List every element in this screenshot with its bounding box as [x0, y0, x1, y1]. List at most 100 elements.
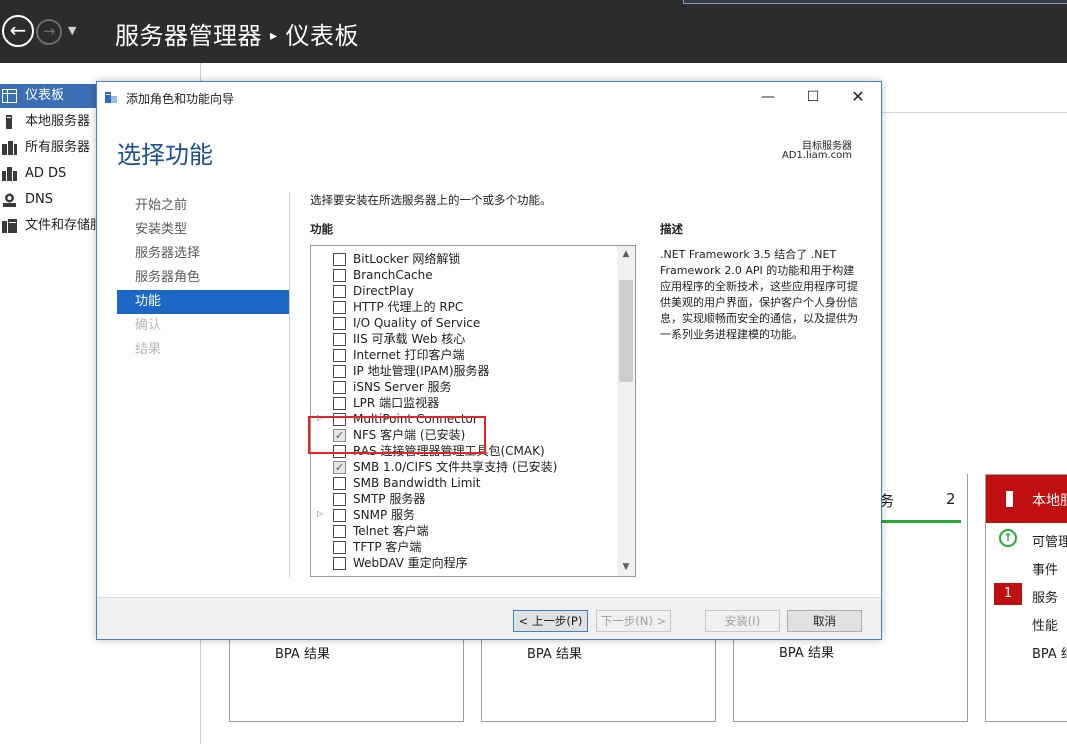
cancel-button[interactable]: 取消 [787, 610, 862, 632]
feature-row[interactable]: TFTP 客户端 [311, 539, 617, 555]
wizard-steps: 开始之前 安装类型 服务器选择 服务器角色 功能 确认 结果 [117, 194, 289, 362]
tile-row-services[interactable]: 服务 [1032, 587, 1058, 606]
feature-row[interactable]: HTTP 代理上的 RPC [311, 299, 617, 315]
feature-row[interactable]: Internet 打印客户端 [311, 347, 617, 363]
feature-label: HTTP 代理上的 RPC [353, 300, 464, 314]
feature-checkbox[interactable] [333, 397, 346, 410]
back-arrow-icon: ← [9, 18, 27, 42]
feature-row[interactable]: iSNS Server 服务 [311, 379, 617, 395]
feature-row[interactable]: LPR 端口监视器 [311, 395, 617, 411]
feature-label: DirectPlay [353, 284, 414, 298]
feature-row[interactable]: WebDAV 重定向程序 [311, 555, 617, 571]
feature-checkbox[interactable] [333, 381, 346, 394]
scrollbar-thumb[interactable] [619, 280, 633, 382]
step-server-roles[interactable]: 服务器角色 [117, 266, 289, 290]
feature-checkbox[interactable]: ✓ [333, 461, 346, 474]
forward-button[interactable]: → [36, 19, 62, 45]
feature-row[interactable]: IIS 可承载 Web 核心 [311, 331, 617, 347]
feature-checkbox[interactable] [333, 365, 346, 378]
tile-bpa-label[interactable]: BPA 结果 [779, 642, 834, 661]
tile-row-bpa[interactable]: BPA 结果 [1032, 643, 1067, 662]
feature-label: Telnet 客户端 [353, 524, 429, 538]
feature-row[interactable]: SMTP 服务器 [311, 491, 617, 507]
feature-checkbox[interactable] [333, 269, 346, 282]
tile-row-events[interactable]: 事件 [1032, 559, 1058, 578]
server-manager-app-icon [105, 92, 117, 103]
feature-label: Internet 打印客户端 [353, 348, 465, 362]
feature-row[interactable]: BranchCache [311, 267, 617, 283]
tile-bpa-label[interactable]: BPA 结果 [275, 643, 330, 662]
tile-title: 本地服务器 [1032, 493, 1067, 509]
scroll-up-icon[interactable]: ▲ [617, 246, 635, 263]
feature-row[interactable]: SMB Bandwidth Limit [311, 475, 617, 491]
step-installation-type[interactable]: 安装类型 [117, 218, 289, 242]
tile-bpa-label[interactable]: BPA 结果 [527, 643, 582, 662]
wizard-divider [289, 192, 290, 577]
tile-header[interactable]: 本地服务器 [986, 475, 1067, 523]
feature-label: TFTP 客户端 [353, 540, 422, 554]
expand-arrow-icon[interactable]: ▷ [317, 509, 323, 518]
feature-checkbox[interactable] [333, 541, 346, 554]
back-button[interactable]: ← [2, 15, 34, 47]
feature-checkbox[interactable] [333, 333, 346, 346]
breadcrumb-page: 仪表板 [285, 22, 360, 50]
local-server-tile[interactable]: 本地服务器 ↑ 可管理性 事件 1 服务 性能 BPA 结果 [985, 474, 1067, 722]
ad-ds-icon [2, 167, 17, 181]
feature-checkbox[interactable] [333, 557, 346, 570]
feature-row[interactable]: BitLocker 网络解锁 [311, 251, 617, 267]
feature-row[interactable]: IP 地址管理(IPAM)服务器 [311, 363, 617, 379]
feature-checkbox[interactable] [333, 317, 346, 330]
red-highlight-box [308, 416, 486, 454]
feature-label: WebDAV 重定向程序 [353, 556, 468, 570]
maximize-icon[interactable]: ☐ [799, 86, 827, 108]
feature-row[interactable]: Telnet 客户端 [311, 523, 617, 539]
feature-label: iSNS Server 服务 [353, 380, 452, 394]
feature-label: BitLocker 网络解锁 [353, 252, 461, 266]
feature-row[interactable]: ▷ SNMP 服务 [311, 507, 617, 523]
step-before-you-begin[interactable]: 开始之前 [117, 194, 289, 218]
minimize-icon[interactable]: — [754, 86, 782, 108]
feature-checkbox[interactable] [333, 301, 346, 314]
step-features[interactable]: 功能 [117, 290, 289, 314]
file-storage-icon [2, 219, 17, 233]
feature-label: I/O Quality of Service [353, 316, 481, 330]
page-title: 服务器管理器 ▸ 仪表板 [115, 16, 359, 51]
tile-count: 2 [946, 490, 956, 508]
dashboard-icon [2, 89, 17, 103]
step-server-selection[interactable]: 服务器选择 [117, 242, 289, 266]
features-scrollbar[interactable]: ▲ ▼ [617, 246, 635, 576]
feature-row[interactable]: I/O Quality of Service [311, 315, 617, 331]
step-confirmation: 确认 [135, 318, 162, 333]
close-icon[interactable]: ✕ [844, 86, 872, 108]
install-button[interactable]: 安装(I) [705, 610, 780, 632]
previous-button[interactable]: < 上一步(P) [513, 610, 588, 632]
alert-count-badge: 1 [994, 583, 1022, 605]
feature-row[interactable]: ✓ SMB 1.0/CIFS 文件共享支持 (已安装) [311, 459, 617, 475]
history-dropdown-icon[interactable]: ▼ [68, 24, 76, 37]
feature-checkbox[interactable] [333, 285, 346, 298]
wizard-titlebar[interactable]: 添加角色和功能向导 — ☐ ✕ [97, 82, 881, 112]
feature-checkbox[interactable] [333, 477, 346, 490]
feature-checkbox[interactable] [333, 525, 346, 538]
feature-label: SNMP 服务 [353, 508, 415, 522]
sidebar-item-label: AD DS [25, 166, 67, 181]
description-text: .NET Framework 3.5 结合了 .NET Framework 2.… [660, 248, 858, 341]
features-list[interactable]: BitLocker 网络解锁 BranchCache DirectPlay HTTP … [310, 245, 636, 577]
feature-checkbox[interactable] [333, 349, 346, 362]
feature-checkbox[interactable] [333, 493, 346, 506]
instruction-text: 选择要安装在所选服务器上的一个或多个功能。 [310, 193, 552, 207]
feature-checkbox[interactable] [333, 253, 346, 266]
next-button[interactable]: 下一步(N) > [596, 610, 671, 632]
feature-checkbox[interactable] [333, 509, 346, 522]
tile-row-performance[interactable]: 性能 [1032, 615, 1058, 634]
forward-arrow-icon: → [42, 22, 56, 40]
tile-row-manageability[interactable]: 可管理性 [1032, 531, 1067, 550]
scroll-down-icon[interactable]: ▼ [617, 559, 635, 576]
notification-strip [683, 0, 1067, 4]
feature-label: BranchCache [353, 268, 433, 282]
feature-label: SMB Bandwidth Limit [353, 476, 481, 490]
sidebar-item-label: 本地服务器 [25, 114, 91, 129]
breadcrumb-separator-icon: ▸ [270, 28, 278, 44]
feature-row[interactable]: DirectPlay [311, 283, 617, 299]
wizard-window-title: 添加角色和功能向导 [126, 92, 235, 106]
